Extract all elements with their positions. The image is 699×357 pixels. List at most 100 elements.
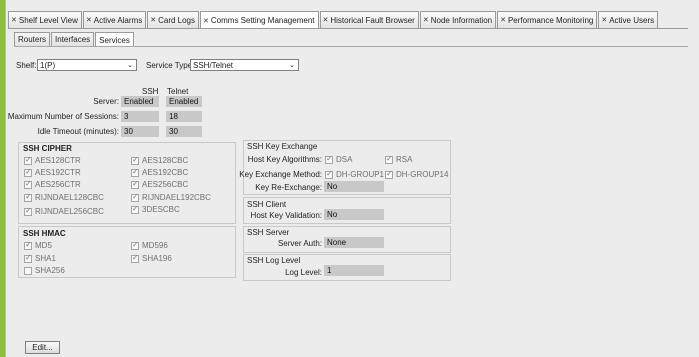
checkbox[interactable] bbox=[24, 179, 32, 189]
cipher-3descbc[interactable]: 3DESCBC bbox=[131, 204, 180, 214]
key-reexchange-field: No bbox=[324, 181, 384, 192]
ssh-server-field: Enabled bbox=[121, 96, 159, 107]
chevron-down-icon: ⌄ bbox=[127, 62, 133, 69]
tab-services[interactable]: Services bbox=[95, 32, 134, 47]
cipher-aes128ctr[interactable]: AES128CTR bbox=[24, 155, 81, 165]
cipher-aes192ctr[interactable]: AES192CTR bbox=[24, 167, 81, 177]
sub-tab-strip: Routers Interfaces Services bbox=[14, 32, 135, 47]
tab-label: Shelf Level View bbox=[18, 15, 78, 25]
close-icon[interactable]: ✕ bbox=[203, 17, 209, 25]
checkbox[interactable] bbox=[385, 169, 393, 179]
host-key-algorithms-label: Host Key Algorithms: bbox=[247, 155, 322, 164]
telnet-max-sessions-field: 18 bbox=[166, 111, 202, 122]
top-tab-strip: ✕ Shelf Level View ✕ Active Alarms ✕ Card L… bbox=[8, 11, 659, 29]
tab-performance-monitoring[interactable]: ✕ Performance Monitoring bbox=[497, 11, 598, 28]
edit-button[interactable]: Edit... bbox=[25, 341, 60, 354]
ssh-client-title: SSH Client bbox=[247, 200, 287, 209]
tab-label: Active Alarms bbox=[93, 15, 143, 25]
cipher-rijndael256cbc[interactable]: RIJNDAEL256CBC bbox=[24, 206, 104, 216]
checkbox[interactable] bbox=[131, 204, 139, 214]
tab-active-alarms[interactable]: ✕ Active Alarms bbox=[82, 11, 147, 28]
telnet-idle-timeout-field: 30 bbox=[166, 126, 202, 137]
tab-routers[interactable]: Routers bbox=[14, 32, 51, 46]
checkbox[interactable] bbox=[24, 192, 32, 202]
cipher-aes256cbc[interactable]: AES256CBC bbox=[131, 179, 188, 189]
service-type-value: SSH/Telnet bbox=[193, 60, 234, 70]
tab-label: Routers bbox=[18, 35, 47, 44]
checkbox-label: MD596 bbox=[142, 241, 168, 250]
host-key-dsa[interactable]: DSA bbox=[325, 154, 352, 164]
tab-interfaces[interactable]: Interfaces bbox=[51, 32, 95, 46]
hmac-md5[interactable]: MD5 bbox=[24, 240, 52, 250]
checkbox-label: SHA1 bbox=[35, 254, 56, 263]
tab-node-information[interactable]: ✕ Node Information bbox=[419, 11, 497, 28]
checkbox-label: 3DESCBC bbox=[142, 205, 180, 214]
checkbox[interactable] bbox=[24, 240, 32, 250]
checkbox[interactable] bbox=[24, 266, 32, 275]
kex-dh-group14[interactable]: DH-GROUP14 bbox=[385, 169, 449, 179]
server-auth-label: Server Auth: bbox=[277, 239, 322, 248]
tab-label: Historical Fault Browser bbox=[330, 15, 415, 25]
tab-comms-setting-management[interactable]: ✕ Comms Setting Management bbox=[200, 11, 319, 29]
hmac-sha196[interactable]: SHA196 bbox=[131, 253, 172, 263]
close-icon[interactable]: ✕ bbox=[601, 16, 607, 24]
cipher-aes192cbc[interactable]: AES192CBC bbox=[131, 167, 188, 177]
checkbox[interactable] bbox=[131, 179, 139, 189]
checkbox-label: DH-GROUP14 bbox=[396, 170, 449, 179]
hmac-sha256[interactable]: SHA256 bbox=[24, 266, 65, 275]
checkbox-label: DH-GROUP1 bbox=[336, 170, 385, 179]
checkbox[interactable] bbox=[24, 155, 32, 165]
close-icon[interactable]: ✕ bbox=[150, 16, 156, 24]
close-icon[interactable]: ✕ bbox=[11, 16, 17, 24]
checkbox[interactable] bbox=[131, 155, 139, 165]
checkbox[interactable] bbox=[325, 169, 333, 179]
telnet-server-field: Enabled bbox=[166, 96, 202, 107]
hmac-md596[interactable]: MD596 bbox=[131, 240, 168, 250]
cipher-aes128cbc[interactable]: AES128CBC bbox=[131, 155, 189, 165]
service-type-select[interactable]: SSH/Telnet ⌄ bbox=[190, 59, 299, 71]
checkbox[interactable] bbox=[131, 253, 139, 263]
shelf-select[interactable]: 1(P) ⌄ bbox=[37, 59, 137, 71]
checkbox[interactable] bbox=[24, 167, 32, 177]
tab-card-logs[interactable]: ✕ Card Logs bbox=[147, 11, 200, 28]
checkbox[interactable] bbox=[131, 167, 139, 177]
sub-tab-divider bbox=[14, 46, 688, 47]
cipher-rijndael128cbc[interactable]: RIJNDAEL128CBC bbox=[24, 192, 104, 202]
tab-label: Node Information bbox=[430, 15, 493, 25]
checkbox[interactable] bbox=[385, 154, 393, 164]
close-icon[interactable]: ✕ bbox=[86, 16, 92, 24]
tab-active-users[interactable]: ✕ Active Users bbox=[598, 11, 659, 28]
host-key-rsa[interactable]: RSA bbox=[385, 154, 412, 164]
close-icon[interactable]: ✕ bbox=[423, 16, 429, 24]
tab-label: Active Users bbox=[609, 15, 655, 25]
chevron-down-icon: ⌄ bbox=[289, 62, 295, 69]
checkbox-label: AES192CTR bbox=[35, 168, 81, 177]
checkbox-label: RIJNDAEL192CBC bbox=[142, 193, 211, 202]
ssh-max-sessions-field: 3 bbox=[121, 111, 159, 122]
shelf-value: 1(P) bbox=[40, 60, 56, 70]
max-sessions-label: Maximum Number of Sessions: bbox=[7, 112, 119, 121]
checkbox[interactable] bbox=[24, 206, 32, 216]
checkbox[interactable] bbox=[131, 240, 139, 250]
checkbox[interactable] bbox=[24, 253, 32, 263]
host-key-validation-field: No bbox=[324, 209, 384, 220]
close-icon[interactable]: ✕ bbox=[500, 16, 506, 24]
checkbox-label: AES128CBC bbox=[142, 156, 189, 165]
checkbox-label: RIJNDAEL128CBC bbox=[35, 193, 104, 202]
tab-shelf-level-view[interactable]: ✕ Shelf Level View bbox=[8, 11, 82, 28]
cipher-aes256ctr[interactable]: AES256CTR bbox=[24, 179, 81, 189]
checkbox[interactable] bbox=[325, 154, 333, 164]
checkbox[interactable] bbox=[131, 192, 139, 202]
hmac-sha1[interactable]: SHA1 bbox=[24, 253, 56, 263]
host-key-validation-label: Host Key Validation: bbox=[250, 211, 322, 220]
close-icon[interactable]: ✕ bbox=[323, 16, 329, 24]
server-auth-field: None bbox=[324, 237, 384, 248]
tab-historical-fault-browser[interactable]: ✕ Historical Fault Browser bbox=[319, 11, 419, 28]
log-level-label: Log Level: bbox=[285, 268, 322, 277]
ssh-cipher-title: SSH CIPHER bbox=[23, 144, 72, 153]
key-exchange-method-label: Key Exchange Method: bbox=[239, 170, 322, 179]
kex-dh-group1[interactable]: DH-GROUP1 bbox=[325, 169, 385, 179]
cipher-rijndael192cbc[interactable]: RIJNDAEL192CBC bbox=[131, 192, 211, 202]
shelf-label: Shelf: bbox=[16, 61, 37, 70]
tab-label: Services bbox=[99, 35, 130, 45]
